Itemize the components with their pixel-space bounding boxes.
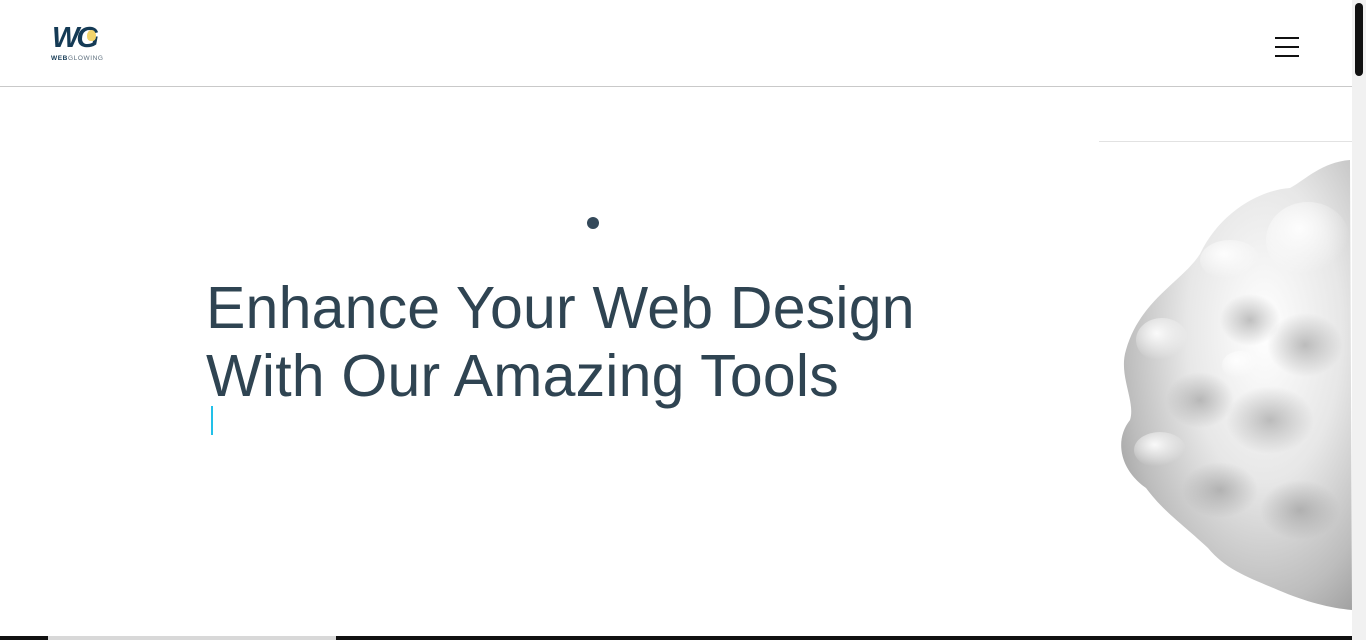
hamburger-menu-icon[interactable] [1275, 37, 1299, 58]
scrollbar-thumb[interactable] [1355, 3, 1363, 76]
lightbulb-icon [87, 30, 96, 41]
bottom-edge-strip [0, 636, 1352, 640]
logo-wordmark: WEBGLOWING [51, 55, 104, 62]
site-header: WG WEBGLOWING [0, 0, 1352, 87]
page-scrollbar[interactable] [1352, 0, 1366, 640]
headline-line-1: Enhance Your Web Design [206, 275, 915, 341]
decorative-divider [1099, 141, 1352, 142]
hero-headline: Enhance Your Web Design With Our Amazing… [206, 274, 915, 410]
webglowing-logo[interactable]: WG WEBGLOWING [49, 22, 111, 64]
typing-caret [211, 406, 213, 435]
headline-line-2: With Our Amazing Tools [206, 343, 839, 409]
decorative-dot [587, 217, 599, 229]
hero-3d-blob-image [1100, 150, 1352, 620]
